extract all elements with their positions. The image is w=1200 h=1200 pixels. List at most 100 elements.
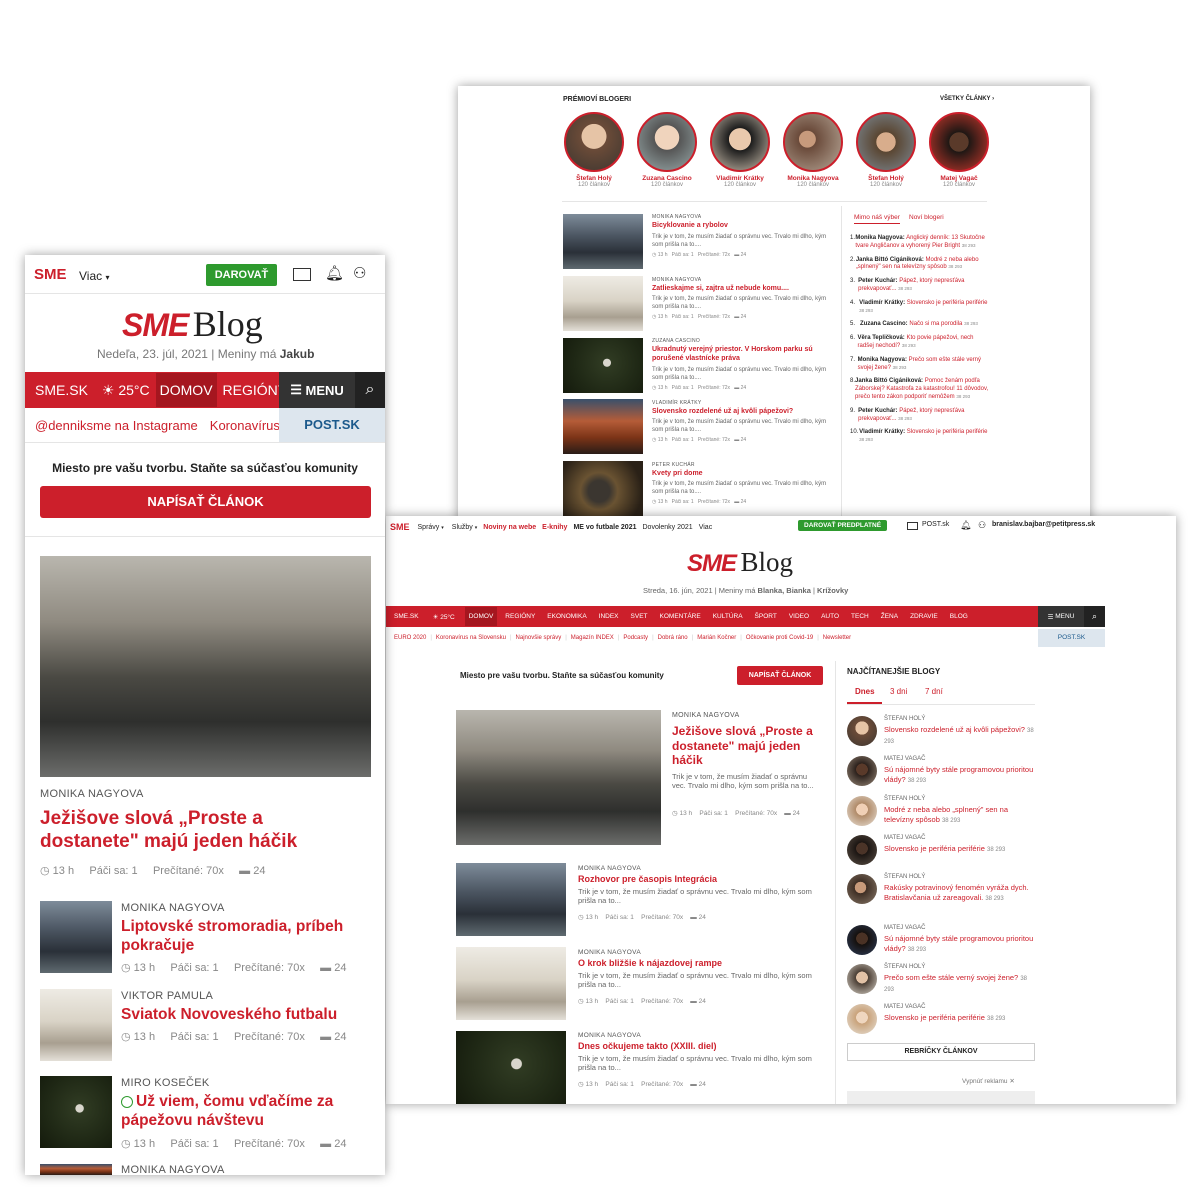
nav-regiony[interactable]: REGIÓNY	[223, 382, 288, 398]
article-thumbnail[interactable]	[456, 863, 566, 936]
write-article-button[interactable]: NAPÍSAŤ ČLÁNOK	[737, 666, 823, 685]
all-articles-link[interactable]: VŠETKY ČLÁNKY ›	[940, 96, 994, 102]
article-title[interactable]: Už viem, čomu vďačíme za pápežovu návšte…	[121, 1093, 376, 1131]
subnav-item[interactable]: Najnovšie správy	[516, 635, 562, 641]
article-title[interactable]: Kvety pri dome	[652, 470, 832, 479]
nav-blog[interactable]: BLOG	[950, 613, 968, 620]
write-article-button[interactable]: NAPÍSAŤ ČLÁNOK	[40, 486, 371, 518]
article-thumbnail[interactable]	[563, 276, 643, 331]
article-thumbnail[interactable]	[563, 338, 643, 393]
article-thumbnail[interactable]	[40, 901, 112, 973]
mail-icon[interactable]	[293, 268, 311, 281]
user-email[interactable]: branislav.bajbar@petitpress.sk	[992, 521, 1095, 528]
subnav-item[interactable]: Magazín INDEX	[571, 635, 614, 641]
blogger-card[interactable]: Štefan Holý 120 článkov	[562, 112, 626, 188]
menu-button[interactable]: ☰ MENU	[1038, 606, 1084, 627]
subnav-item[interactable]: Podcasty	[623, 635, 648, 641]
donate-button[interactable]: DAROVAŤ PREDPLATNÉ	[798, 520, 888, 531]
article-thumbnail[interactable]	[563, 399, 643, 454]
article-thumbnail[interactable]	[40, 1164, 112, 1175]
user-icon[interactable]: ⚇	[978, 520, 986, 531]
nav-kultura[interactable]: KULTÚRA	[713, 613, 743, 620]
search-icon[interactable]: ⌕	[1084, 606, 1105, 627]
article-title[interactable]: Dnes očkujeme takto (XXIII. diel)	[578, 1041, 828, 1052]
lead-title[interactable]: Ježišove slová „Proste a dostanete" majú…	[40, 807, 360, 853]
site-logo[interactable]: SME Blog	[687, 547, 793, 578]
subnav-item[interactable]: Dobrá ráno	[658, 635, 688, 641]
ranked-item[interactable]: 2. Janka Bittó Cigániková: Modré z neba a…	[850, 257, 990, 273]
sme-logo[interactable]: SME	[34, 266, 67, 283]
menu-button[interactable]: ☰ MENU	[279, 372, 355, 408]
donate-button[interactable]: DAROVAŤ	[206, 264, 277, 286]
bell-icon[interactable]: 🔔︎	[325, 264, 344, 282]
tab-7dni[interactable]: 7 dní	[925, 687, 943, 696]
article-title[interactable]: Zatlieskajme si, zajtra už nebude komu..…	[652, 285, 832, 294]
bell-icon[interactable]: 🔔︎	[960, 520, 971, 531]
article-title[interactable]: Liptovské stromoradia, príbeh pokračuje	[121, 918, 376, 956]
article-thumbnail[interactable]	[456, 1031, 566, 1104]
menu-sluzby[interactable]: Služby ▾	[452, 524, 477, 531]
ranked-item[interactable]: 8. Janka Bittó Cigániková: Pomoc ženám po…	[850, 378, 990, 401]
krizovky-link[interactable]: Krížovky	[817, 586, 848, 595]
nav-svet[interactable]: SVET	[631, 613, 648, 620]
link-dovolenky[interactable]: Dovolenky 2021	[643, 524, 693, 531]
post-sk-tab[interactable]: POST.SK	[279, 408, 385, 442]
search-icon[interactable]: ⌕	[355, 372, 385, 408]
nav-domov[interactable]: DOMOV	[464, 607, 498, 626]
nav-ekonomika[interactable]: EKONOMIKA	[547, 613, 586, 620]
menu-spravy[interactable]: Správy ▾	[418, 524, 444, 531]
ranked-item[interactable]: 3. Peter Kuchár: Pápež, ktorý nepresťáva …	[850, 278, 990, 294]
rankings-button[interactable]: REBRÍČKY ČLÁNKOV	[847, 1043, 1035, 1061]
article-thumbnail[interactable]	[456, 947, 566, 1020]
nav-index[interactable]: INDEX	[599, 613, 619, 620]
subnav-item[interactable]: Marián Kočner	[697, 635, 736, 641]
post-sk-tab[interactable]: POST.SK	[1038, 629, 1105, 647]
article-title[interactable]: Slovensko rozdelené už aj kvôli pápežovi…	[652, 408, 832, 417]
nav-tech[interactable]: TECH	[851, 613, 869, 620]
nav-auto[interactable]: AUTO	[821, 613, 839, 620]
subnav-item[interactable]: Koronavírus	[210, 418, 280, 433]
subnav-item[interactable]: Koronavírus na Slovensku	[436, 635, 506, 641]
nav-video[interactable]: VIDEO	[789, 613, 809, 620]
tab-dnes[interactable]: Dnes	[855, 687, 875, 696]
article-thumbnail[interactable]	[40, 989, 112, 1061]
link-eknihy[interactable]: E-knihy	[542, 524, 567, 531]
subnav-item[interactable]: @denniksme na Instagrame	[35, 418, 198, 433]
blogger-card[interactable]: Matej Vagač 120 článkov	[927, 112, 991, 188]
user-icon[interactable]: ⚇	[353, 264, 366, 282]
site-logo[interactable]: SME Blog	[122, 303, 263, 345]
article-thumbnail[interactable]	[40, 1076, 112, 1148]
nav-sport[interactable]: ŠPORT	[755, 613, 777, 620]
tab-mimo-nas-vyber[interactable]: Mimo náš výber	[854, 214, 900, 224]
subnav-item[interactable]: Očkovanie proti Covid-19	[746, 635, 813, 641]
nav-sme[interactable]: SME.SK	[394, 613, 419, 620]
link-noviny[interactable]: Noviny na webe	[483, 524, 536, 531]
subnav-item[interactable]: Newsletter	[823, 635, 851, 641]
blogger-card[interactable]: Zuzana Cascino 120 článkov	[635, 112, 699, 188]
nav-zdravie[interactable]: ZDRAVIE	[910, 613, 938, 620]
article-title[interactable]: Ukradnutý verejný priestor. V Horskom pa…	[652, 346, 832, 363]
nav-sme[interactable]: SME.SK	[35, 382, 88, 398]
lead-image[interactable]	[456, 710, 661, 845]
lead-image[interactable]	[40, 556, 371, 777]
link-me[interactable]: ME vo futbale 2021	[573, 524, 636, 531]
article-thumbnail[interactable]	[563, 461, 643, 516]
nav-zena[interactable]: ŽENA	[881, 613, 898, 620]
link-viac[interactable]: Viac	[699, 524, 713, 531]
nav-regiony[interactable]: REGIÓNY	[505, 613, 535, 620]
ranked-item[interactable]: 7. Monika Nagyova: Prečo som ešte stále v…	[850, 357, 990, 373]
lead-title[interactable]: Ježišove slová „Proste a dostanete" majú…	[672, 724, 827, 768]
nav-domov[interactable]: DOMOV	[155, 373, 217, 407]
article-title[interactable]: Sviatok Novoveského futbalu	[121, 1006, 376, 1025]
subnav-item[interactable]: EURO 2020	[394, 635, 426, 641]
nav-komentare[interactable]: KOMENTÁRE	[660, 613, 701, 620]
tab-novi-blogeri[interactable]: Noví blogeri	[909, 214, 944, 221]
ranked-item[interactable]: 1. Monika Nagyova: Anglický denník: 13 Sk…	[850, 235, 990, 251]
sme-logo[interactable]: SME	[390, 522, 410, 532]
article-title[interactable]: Bicyklovanie a rybolov	[652, 222, 832, 231]
viac-menu[interactable]: Viac ▾	[79, 269, 110, 283]
ranked-item[interactable]: 6. Věra Tepličková: Kto povie pápežovi, n…	[850, 335, 990, 351]
article-title[interactable]: O krok bližšie k nájazdovej rampe	[578, 958, 828, 969]
post-link[interactable]: POST.sk	[922, 521, 949, 528]
article-thumbnail[interactable]	[563, 214, 643, 269]
